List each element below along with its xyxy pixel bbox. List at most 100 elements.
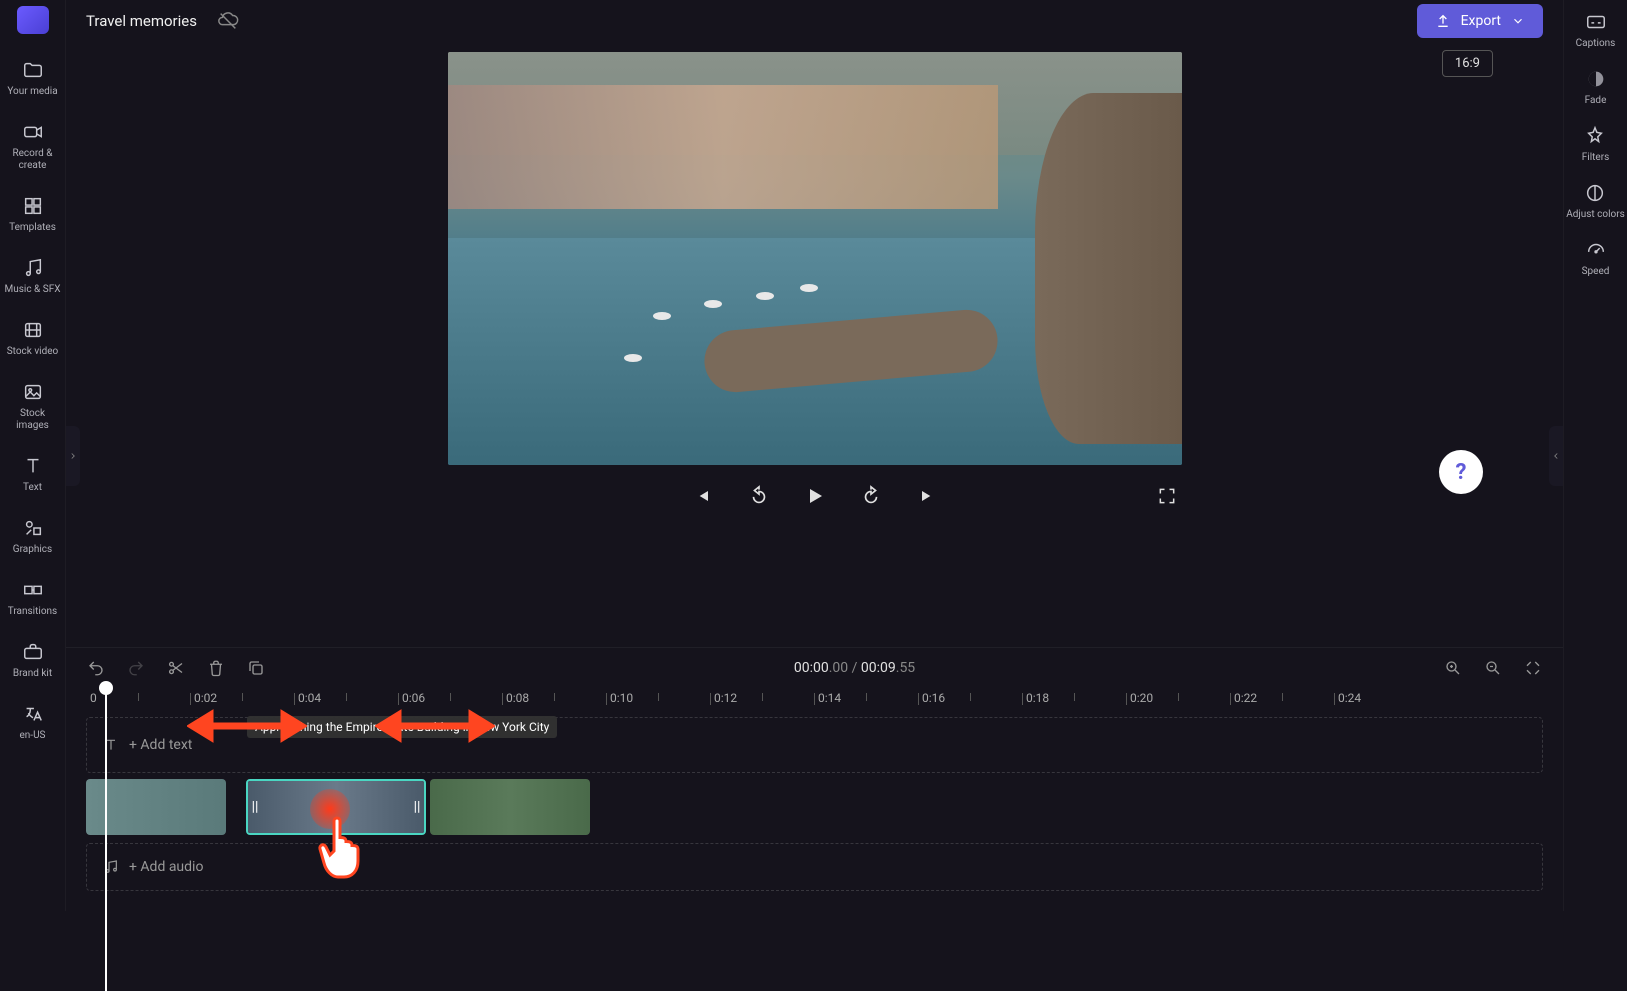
sidebar-item-brand-kit[interactable]: Brand kit xyxy=(3,632,63,688)
tick-label: 0:08 xyxy=(506,691,529,705)
right-sidebar: Captions Fade Filters Adjust colors Spee… xyxy=(1563,0,1627,911)
zoom-in-icon[interactable] xyxy=(1443,658,1463,678)
tick-label: 0:18 xyxy=(1026,691,1049,705)
trash-icon[interactable] xyxy=(206,658,226,678)
rewind-icon[interactable] xyxy=(744,481,774,511)
adjust-icon xyxy=(1583,181,1607,205)
right-label: Fade xyxy=(1585,95,1607,106)
music-icon xyxy=(21,256,45,280)
skip-back-icon[interactable] xyxy=(688,481,718,511)
redo-icon[interactable] xyxy=(126,658,146,678)
tutorial-hand-cursor-icon xyxy=(314,813,374,883)
video-clip-3[interactable] xyxy=(430,779,590,835)
play-icon[interactable] xyxy=(800,481,830,511)
graphics-icon xyxy=(21,516,45,540)
tick-label: 0 xyxy=(90,691,97,705)
filters-icon xyxy=(1583,124,1607,148)
tick-label: 0:16 xyxy=(922,691,945,705)
forward-icon[interactable] xyxy=(856,481,886,511)
sidebar-label: Music & SFX xyxy=(5,284,61,296)
left-sidebar: Your media Record & create Templates Mus… xyxy=(0,0,66,911)
right-label: Adjust colors xyxy=(1566,209,1625,220)
speed-icon xyxy=(1584,238,1608,262)
project-title[interactable]: Travel memories xyxy=(86,12,197,30)
aspect-ratio-badge[interactable]: 16:9 xyxy=(1442,50,1493,77)
chevron-down-icon xyxy=(1511,14,1525,28)
zoom-out-icon[interactable] xyxy=(1483,658,1503,678)
right-item-speed[interactable]: Speed xyxy=(1582,238,1610,277)
video-preview[interactable] xyxy=(448,52,1182,465)
duplicate-icon[interactable] xyxy=(246,658,266,678)
clip-trim-right-handle[interactable]: || xyxy=(412,795,422,819)
film-icon xyxy=(21,318,45,342)
sidebar-label: Stock video xyxy=(7,346,59,358)
image-icon xyxy=(21,380,45,404)
export-button[interactable]: Export xyxy=(1417,4,1543,38)
right-item-captions[interactable]: Captions xyxy=(1576,10,1616,49)
text-track[interactable]: + Add text Approaching the Empire State … xyxy=(86,717,1543,773)
right-label: Speed xyxy=(1582,266,1610,277)
app-logo[interactable] xyxy=(17,6,49,34)
right-item-adjust-colors[interactable]: Adjust colors xyxy=(1566,181,1625,220)
captions-icon xyxy=(1584,10,1608,34)
right-item-filters[interactable]: Filters xyxy=(1582,124,1610,163)
transitions-icon xyxy=(21,578,45,602)
sidebar-item-record-create[interactable]: Record & create xyxy=(3,112,63,180)
right-label: Filters xyxy=(1582,152,1610,163)
fade-icon xyxy=(1584,67,1608,91)
sidebar-label: Record & create xyxy=(5,148,61,172)
sidebar-item-transitions[interactable]: Transitions xyxy=(3,570,63,626)
help-button[interactable]: ? xyxy=(1439,450,1483,494)
skip-forward-icon[interactable] xyxy=(912,481,942,511)
sidebar-item-stock-images[interactable]: Stock images xyxy=(3,372,63,440)
cloud-off-icon[interactable] xyxy=(217,10,239,32)
sidebar-item-templates[interactable]: Templates xyxy=(3,186,63,242)
sidebar-item-stock-video[interactable]: Stock video xyxy=(3,310,63,366)
undo-icon[interactable] xyxy=(86,658,106,678)
sidebar-label: Text xyxy=(23,482,42,494)
templates-icon xyxy=(21,194,45,218)
clip-trim-left-handle[interactable]: || xyxy=(250,795,260,819)
expand-right-panel-handle[interactable] xyxy=(1549,426,1563,486)
sidebar-item-language[interactable]: en-US xyxy=(3,694,63,750)
text-icon xyxy=(21,454,45,478)
tick-label: 0:22 xyxy=(1234,691,1257,705)
sidebar-item-text[interactable]: Text xyxy=(3,446,63,502)
upload-icon xyxy=(1435,13,1451,29)
timeline-area: 0 0:020:040:060:080:100:120:140:160:180:… xyxy=(66,687,1563,911)
zoom-fit-icon[interactable] xyxy=(1523,658,1543,678)
sidebar-label: en-US xyxy=(19,730,45,742)
video-track[interactable]: || || xyxy=(86,779,1543,837)
camera-icon xyxy=(21,120,45,144)
audio-track[interactable]: + Add audio xyxy=(86,843,1543,891)
sidebar-label: Brand kit xyxy=(13,668,52,680)
expand-left-panel-handle[interactable] xyxy=(66,426,80,486)
timeline-ruler[interactable]: 0 0:020:040:060:080:100:120:140:160:180:… xyxy=(86,687,1563,717)
sidebar-label: Your media xyxy=(7,86,57,98)
tick-label: 0:24 xyxy=(1338,691,1361,705)
top-bar: Travel memories Export xyxy=(66,0,1563,42)
sidebar-label: Graphics xyxy=(13,544,52,556)
tick-label: 0:12 xyxy=(714,691,737,705)
main-area: Travel memories Export 16:9 xyxy=(66,0,1563,911)
right-item-fade[interactable]: Fade xyxy=(1584,67,1608,106)
preview-area: 16:9 xyxy=(66,42,1563,647)
playhead[interactable] xyxy=(106,681,120,981)
sidebar-label: Transitions xyxy=(8,606,57,618)
sidebar-item-music-sfx[interactable]: Music & SFX xyxy=(3,248,63,304)
sidebar-label: Stock images xyxy=(5,408,61,432)
briefcase-icon xyxy=(21,640,45,664)
timeline-toolbar: 00:00.00 / 00:09.55 xyxy=(66,647,1563,687)
tick-label: 0:10 xyxy=(610,691,633,705)
folder-icon xyxy=(21,58,45,82)
export-label: Export xyxy=(1461,13,1501,29)
current-time: 00:00 xyxy=(794,660,829,676)
sidebar-item-your-media[interactable]: Your media xyxy=(3,50,63,106)
sidebar-item-graphics[interactable]: Graphics xyxy=(3,508,63,564)
time-display: 00:00.00 / 00:09.55 xyxy=(794,660,915,676)
scissors-icon[interactable] xyxy=(166,658,186,678)
tick-label: 0:14 xyxy=(818,691,841,705)
total-time: 00:09 xyxy=(861,660,896,676)
right-label: Captions xyxy=(1576,38,1616,49)
fullscreen-icon[interactable] xyxy=(1152,481,1182,511)
